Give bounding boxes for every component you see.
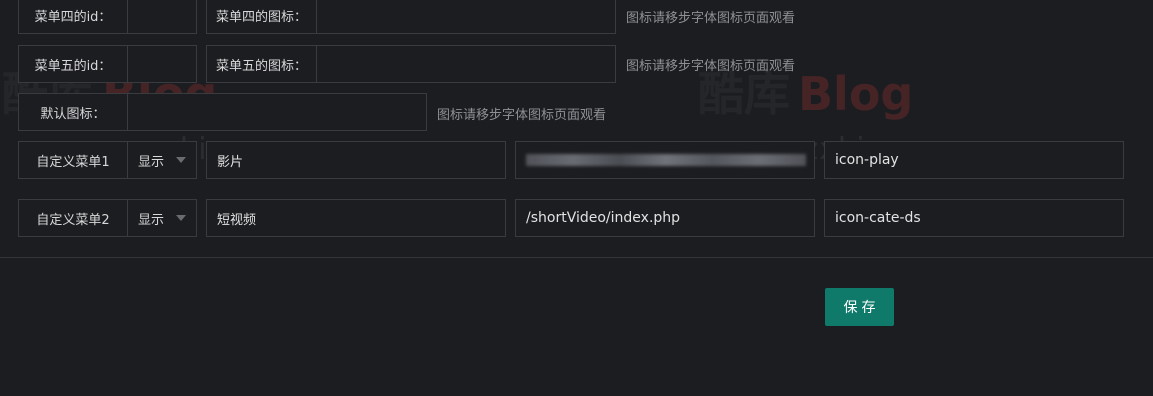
default-icon-input[interactable] [127, 93, 427, 131]
save-button[interactable]: 保存 [825, 288, 894, 326]
watermark-logo-en: Blog [798, 67, 914, 121]
menu5-icon-input[interactable] [316, 45, 616, 83]
custom-menu-1-url-input[interactable] [515, 141, 815, 179]
redacted-url-blur [526, 154, 806, 166]
custom-menu-2-icon-input[interactable]: icon-cate-ds [824, 199, 1124, 237]
custom-menu-2-name-input[interactable]: 短视频 [206, 199, 506, 237]
menu4-icon-label: 菜单四的图标： [206, 0, 317, 34]
form-divider [0, 257, 1153, 258]
default-icon-hint: 图标请移步字体图标页面观看 [437, 108, 607, 123]
menu5-icon-label: 菜单五的图标： [206, 45, 317, 83]
custom-menu-1-name-input[interactable]: 影片 [206, 141, 506, 179]
chevron-down-icon [176, 215, 186, 221]
menu5-icon-hint: 图标请移步字体图标页面观看 [626, 59, 796, 74]
menu4-icon-hint: 图标请移步字体图标页面观看 [626, 11, 796, 26]
custom-menu-2-visibility-select[interactable]: 显示 [127, 199, 197, 237]
watermark-logo-cn: 酷库 [698, 67, 790, 121]
chevron-down-icon [176, 157, 186, 163]
custom-menu-1-visibility-select[interactable]: 显示 [127, 141, 197, 179]
menu4-icon-input[interactable] [316, 0, 616, 34]
custom-menu-2-label: 自定义菜单2 [18, 199, 128, 237]
menu5-id-label: 菜单五的id： [18, 45, 128, 83]
custom-menu-2-visibility-value: 显示 [138, 212, 165, 228]
menu5-id-input[interactable] [127, 45, 197, 83]
custom-menu-1-icon-input[interactable]: icon-play [824, 141, 1124, 179]
custom-menu-2-url-input[interactable]: /shortVideo/index.php [515, 199, 815, 237]
custom-menu-1-label: 自定义菜单1 [18, 141, 128, 179]
menu4-id-label: 菜单四的id： [18, 0, 128, 34]
default-icon-label: 默认图标： [18, 93, 128, 131]
custom-menu-1-visibility-value: 显示 [138, 154, 165, 170]
menu4-id-input[interactable] [127, 0, 197, 34]
